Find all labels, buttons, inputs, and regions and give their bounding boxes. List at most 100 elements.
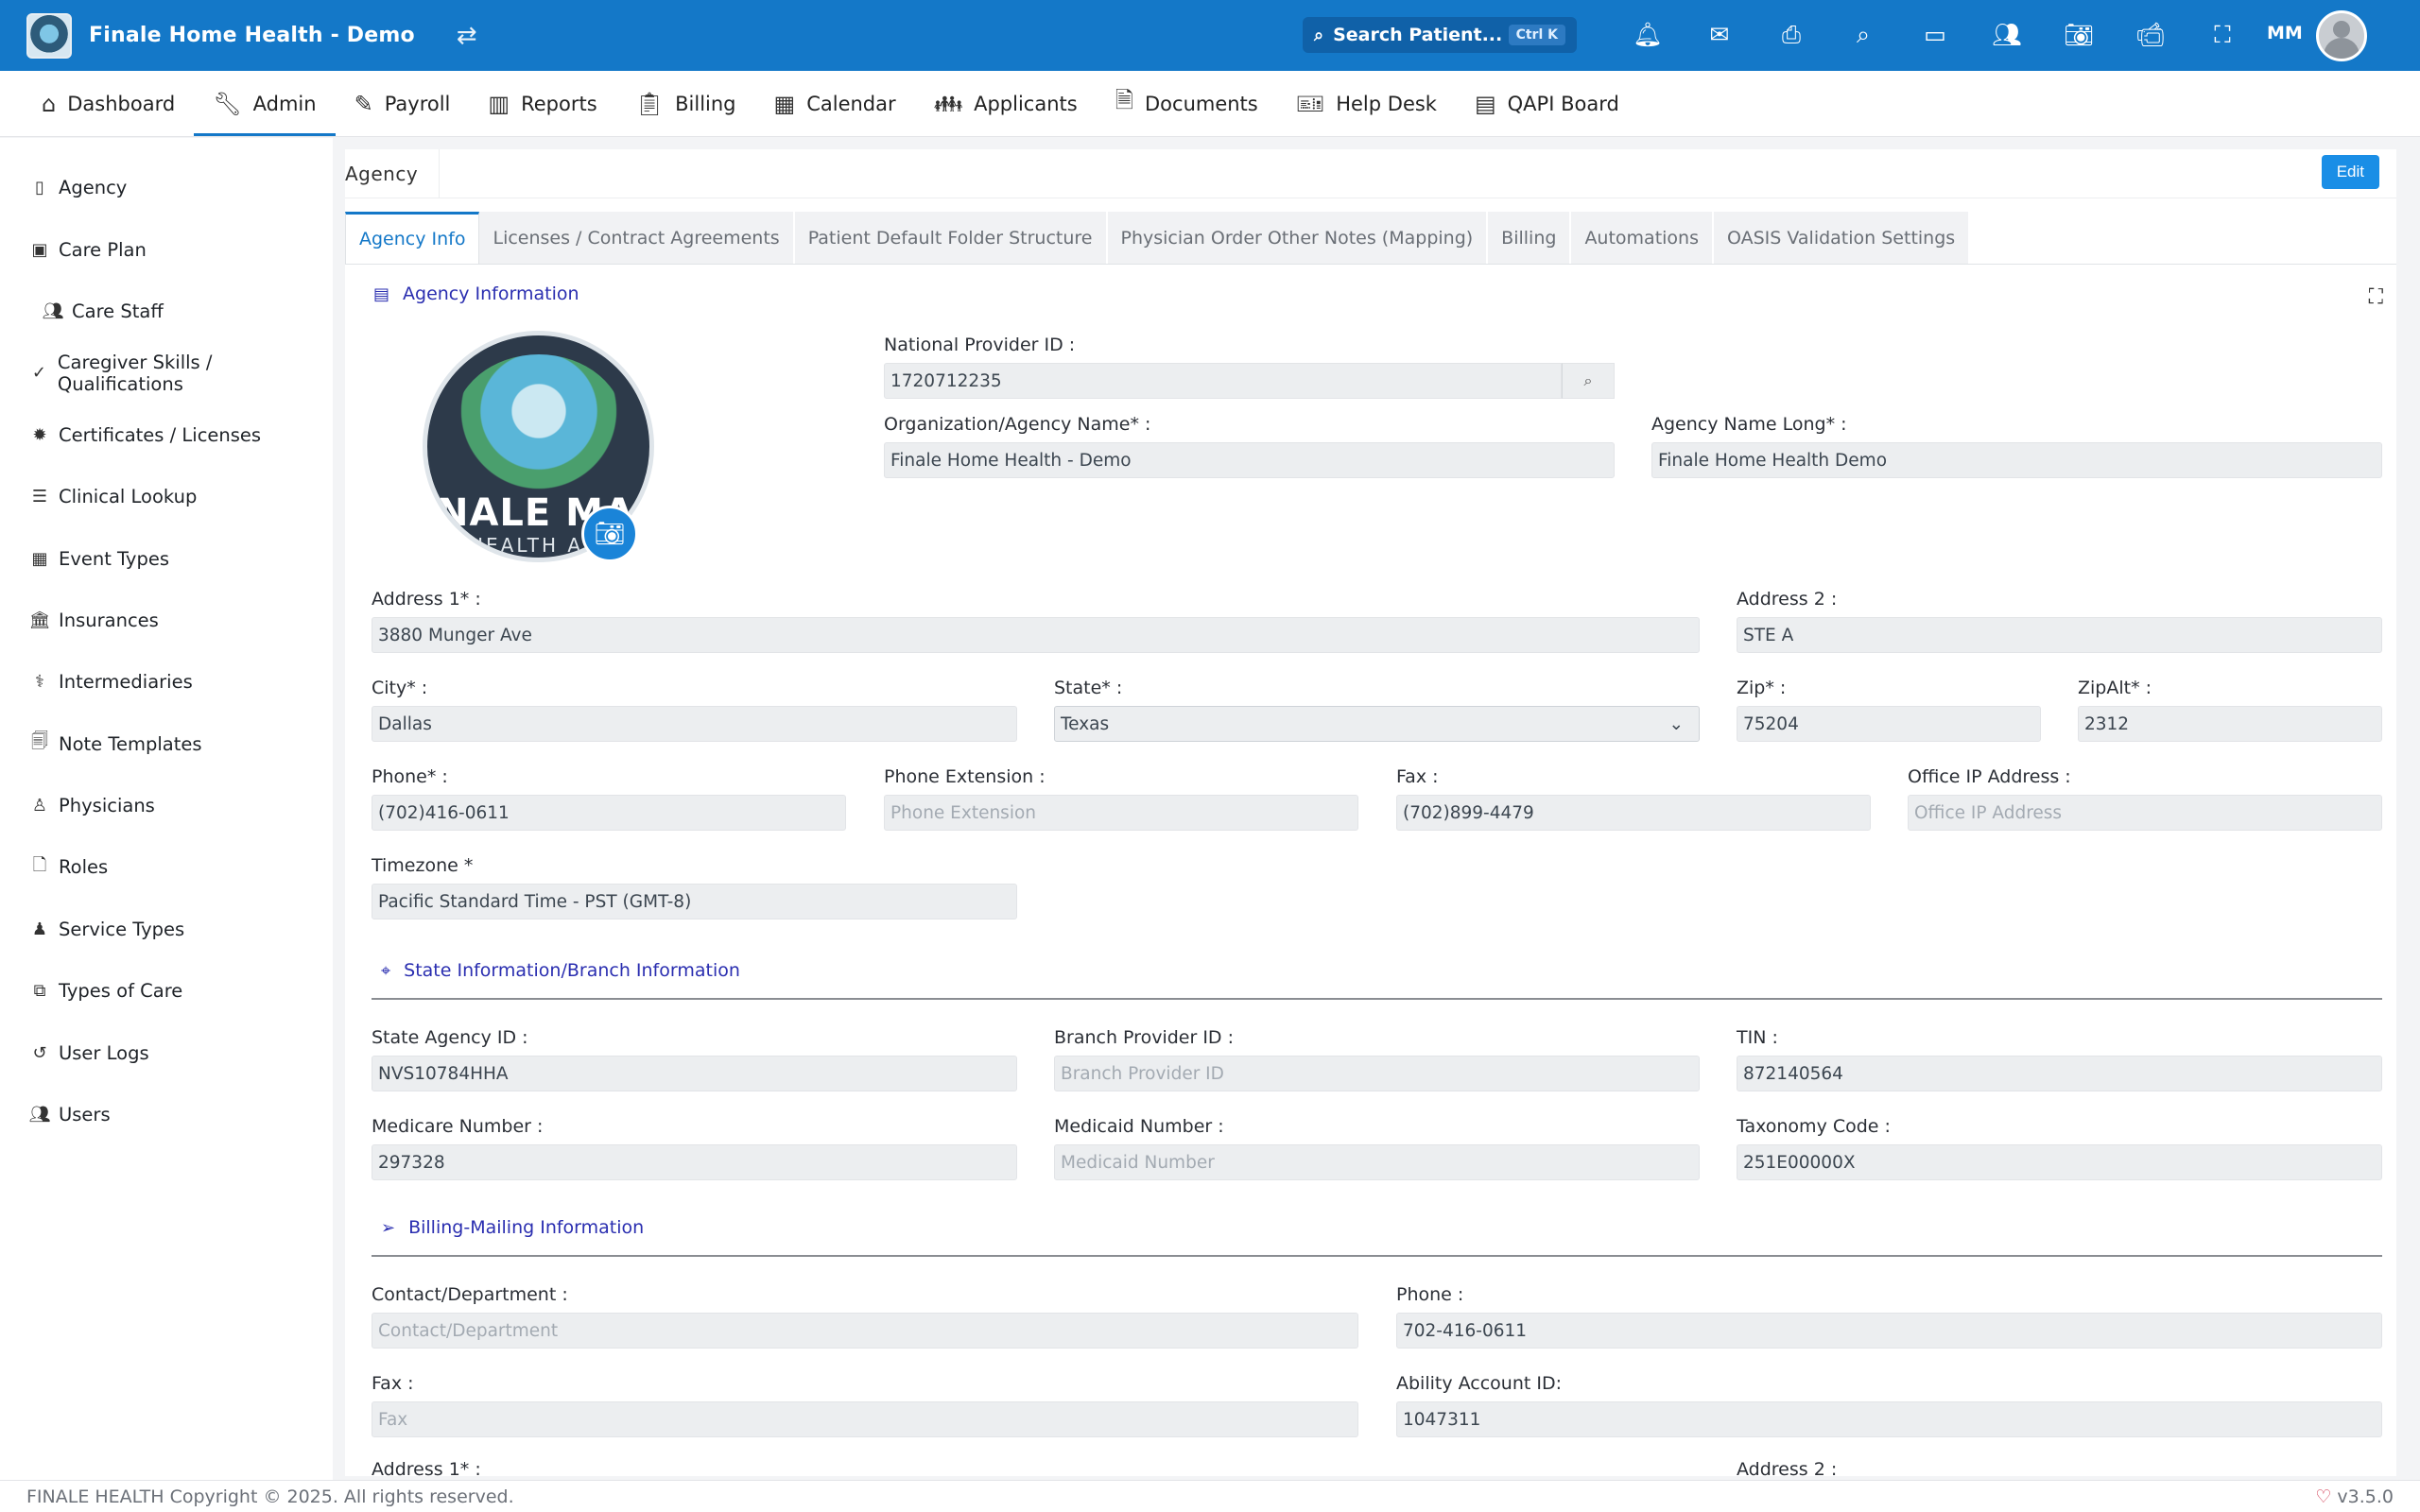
timezone-input[interactable]: Pacific Standard Time - PST (GMT-8) bbox=[372, 884, 1017, 919]
nav-documents[interactable]: 🗎 Documents bbox=[1097, 71, 1277, 136]
address1-field: Address 1* : 3880 Munger Ave bbox=[372, 589, 1700, 653]
search-label: Search Patient... bbox=[1333, 25, 1503, 45]
contact-dept-label: Contact/Department : bbox=[372, 1284, 568, 1305]
app-logo[interactable] bbox=[26, 12, 72, 59]
chevron-down-icon: ⌄ bbox=[1668, 713, 1684, 734]
nav-billing[interactable]: 📋︎ Billing bbox=[616, 71, 755, 136]
zip-input[interactable]: 75204 bbox=[1737, 706, 2041, 742]
panel-header: Agency Edit bbox=[345, 149, 2396, 198]
timezone-label: Timezone * bbox=[372, 855, 474, 876]
version-info: ♡ v3.5.0 bbox=[2315, 1486, 2394, 1507]
nav-qapi-board[interactable]: ▤ QAPI Board bbox=[1456, 71, 1638, 136]
ability-account-label: Ability Account ID: bbox=[1396, 1373, 1563, 1394]
tab-billing[interactable]: Billing bbox=[1488, 212, 1572, 264]
sidebar-item-intermediaries[interactable]: ⚕ Intermediaries bbox=[0, 651, 333, 713]
sidebar-item-roles[interactable]: 🗋 Roles bbox=[0, 836, 333, 898]
user-avatar[interactable] bbox=[2316, 10, 2367, 61]
sidebar-item-care-staff[interactable]: 👥︎ Care Staff bbox=[0, 281, 333, 342]
bell-icon[interactable]: 🔔︎ bbox=[1612, 16, 1684, 54]
mail-icon[interactable]: ✉ bbox=[1684, 16, 1755, 54]
tab-automations[interactable]: Automations bbox=[1571, 212, 1714, 264]
phone-ext-input[interactable]: Phone Extension bbox=[884, 795, 1358, 831]
sidebar-item-physicians[interactable]: ♙ Physicians bbox=[0, 775, 333, 836]
address1-input[interactable]: 3880 Munger Ave bbox=[372, 617, 1700, 653]
sidebar-item-certificates[interactable]: ✹ Certificates / Licenses bbox=[0, 404, 333, 466]
service-icon: ♟ bbox=[31, 919, 48, 939]
tab-oasis-validation[interactable]: OASIS Validation Settings bbox=[1714, 212, 1971, 264]
expand-icon[interactable]: ⛶ bbox=[2369, 285, 2383, 309]
office-ip-input[interactable]: Office IP Address bbox=[1908, 795, 2382, 831]
nav-payroll[interactable]: ✎ Payroll bbox=[336, 71, 470, 136]
medicaid-input[interactable]: Medicaid Number bbox=[1054, 1144, 1700, 1180]
edit-button[interactable]: Edit bbox=[2321, 155, 2379, 189]
nav-applicants[interactable]: 👪︎ Applicants bbox=[915, 71, 1097, 136]
nav-calendar[interactable]: ▦ Calendar bbox=[755, 71, 915, 136]
tab-folder-structure[interactable]: Patient Default Folder Structure bbox=[794, 212, 1108, 264]
zipalt-input[interactable]: 2312 bbox=[2078, 706, 2382, 742]
org-name-label: Organization/Agency Name* : bbox=[884, 414, 1151, 435]
npi-lookup-button[interactable]: ⌕ bbox=[1562, 363, 1615, 399]
sidebar-item-agency[interactable]: ▯ Agency bbox=[0, 157, 333, 218]
medicare-input[interactable]: 297328 bbox=[372, 1144, 1017, 1180]
tab-licenses[interactable]: Licenses / Contract Agreements bbox=[479, 212, 795, 264]
phone-input[interactable]: (702)416-0611 bbox=[372, 795, 846, 831]
sidebar-item-care-plan[interactable]: ▣ Care Plan bbox=[0, 218, 333, 280]
camera-icon[interactable]: 📷︎ bbox=[2043, 16, 2115, 54]
city-input[interactable]: Dallas bbox=[372, 706, 1017, 742]
name-long-input[interactable]: Finale Home Health Demo bbox=[1651, 442, 2382, 478]
nav-reports[interactable]: ▥ Reports bbox=[469, 71, 615, 136]
contacts-icon[interactable]: 👥︎ bbox=[1971, 16, 2043, 54]
printer-icon[interactable]: ⎙ bbox=[1755, 16, 1827, 54]
address1-label: Address 1* : bbox=[372, 589, 481, 610]
org-name-input[interactable]: Finale Home Health - Demo bbox=[884, 442, 1615, 478]
address2-label: Address 2 : bbox=[1737, 589, 1838, 610]
breadcrumb: Agency bbox=[345, 149, 441, 198]
npi-label: National Provider ID : bbox=[884, 335, 1076, 355]
sidebar-item-event-types[interactable]: ▦ Event Types bbox=[0, 527, 333, 589]
zip-label: Zip* : bbox=[1737, 678, 1787, 698]
section-state-information: ⌖ State Information/Branch Information bbox=[381, 960, 740, 981]
nav-dashboard[interactable]: ⌂ Dashboard bbox=[23, 71, 194, 136]
phone-label: Phone* : bbox=[372, 766, 448, 787]
upload-logo-button[interactable]: 📷︎ bbox=[581, 506, 638, 562]
sidebar-item-users[interactable]: 👥︎ Users bbox=[0, 1084, 333, 1145]
sidebar-item-clinical-lookup[interactable]: ☰ Clinical Lookup bbox=[0, 466, 333, 527]
fullscreen-icon[interactable]: ⛶ bbox=[2187, 16, 2258, 54]
search-icon: ⌕ bbox=[1314, 25, 1324, 45]
fax-input[interactable]: (702)899-4479 bbox=[1396, 795, 1871, 831]
taxonomy-input[interactable]: 251E00000X bbox=[1737, 1144, 2382, 1180]
phone-field: Phone* : (702)416-0611 bbox=[372, 766, 846, 831]
billing-phone-input[interactable]: 702-416-0611 bbox=[1396, 1313, 2382, 1349]
tin-input[interactable]: 872140564 bbox=[1737, 1056, 2382, 1091]
sidebar-item-service-types[interactable]: ♟ Service Types bbox=[0, 899, 333, 960]
ability-account-input[interactable]: 1047311 bbox=[1396, 1401, 2382, 1437]
calendar-icon: ▦ bbox=[773, 90, 796, 117]
billing-fax-label: Fax : bbox=[372, 1373, 414, 1394]
state-select[interactable]: Texas ⌄ bbox=[1054, 706, 1700, 742]
address2-field: Address 2 : STE A bbox=[1737, 589, 2382, 653]
sidebar-item-types-of-care[interactable]: ⧉ Types of Care bbox=[0, 960, 333, 1022]
switch-agency-icon[interactable]: ⇄ bbox=[457, 22, 477, 50]
sidebar-item-insurances[interactable]: 🏛︎ Insurances bbox=[0, 590, 333, 651]
name-long-label: Agency Name Long* : bbox=[1651, 414, 1847, 435]
patient-search-button[interactable]: ⌕ Search Patient... Ctrl K bbox=[1303, 17, 1577, 53]
contact-dept-input[interactable]: Contact/Department bbox=[372, 1313, 1358, 1349]
sidebar-item-user-logs[interactable]: ↺ User Logs bbox=[0, 1022, 333, 1083]
billing-fax-input[interactable]: Fax bbox=[372, 1401, 1358, 1437]
search-icon[interactable]: ⌕ bbox=[1827, 16, 1899, 54]
npi-input[interactable]: 1720712235 bbox=[884, 363, 1562, 399]
tab-agency-info[interactable]: Agency Info bbox=[345, 212, 480, 264]
chat-icon[interactable]: ▭ bbox=[1899, 16, 1971, 54]
nav-admin[interactable]: 🔧︎ Admin bbox=[194, 71, 336, 136]
address2-input[interactable]: STE A bbox=[1737, 617, 2382, 653]
sidebar-item-note-templates[interactable]: 🗐 Note Templates bbox=[0, 713, 333, 775]
tab-physician-order-notes[interactable]: Physician Order Other Notes (Mapping) bbox=[1107, 212, 1489, 264]
nav-help-desk[interactable]: 🎫︎ Help Desk bbox=[1277, 71, 1456, 136]
pdf-icon: 🗎 bbox=[1115, 87, 1133, 113]
video-icon[interactable]: 📹︎ bbox=[2115, 16, 2187, 54]
state-agency-id-input[interactable]: NVS10784HHA bbox=[372, 1056, 1017, 1091]
branch-provider-id-input[interactable]: Branch Provider ID bbox=[1054, 1056, 1700, 1091]
sidebar-item-caregiver-skills[interactable]: ✓ Caregiver Skills / Qualifications bbox=[0, 342, 333, 404]
clipboard-icon: 📋︎ bbox=[634, 90, 665, 117]
medicare-label: Medicare Number : bbox=[372, 1116, 544, 1137]
